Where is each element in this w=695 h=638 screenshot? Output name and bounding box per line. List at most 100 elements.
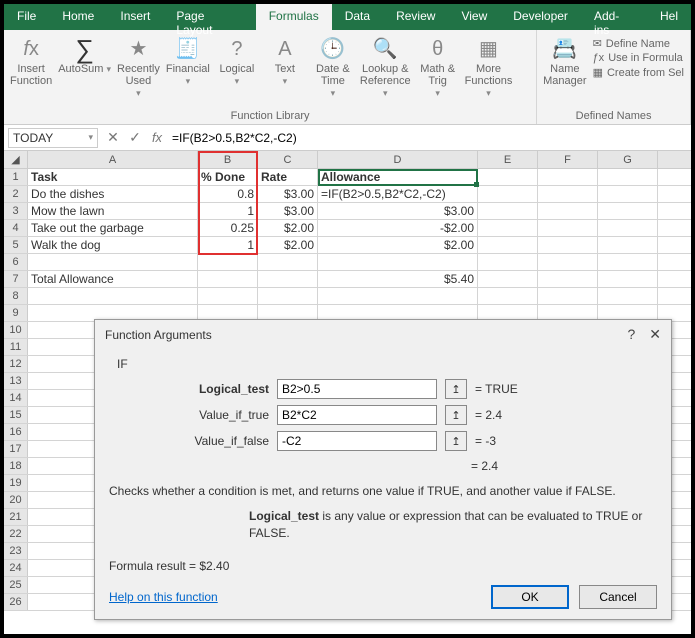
row-head[interactable]: 13 [4, 373, 28, 389]
row-head[interactable]: 16 [4, 424, 28, 440]
tab-hel[interactable]: Hel [647, 4, 691, 30]
cell[interactable]: $3.00 [258, 186, 318, 202]
row-head[interactable]: 10 [4, 322, 28, 338]
formula-input[interactable] [168, 128, 691, 148]
cell[interactable] [538, 220, 598, 236]
cell[interactable] [258, 288, 318, 304]
enter-formula-button[interactable]: ✓ [124, 129, 146, 146]
row-head[interactable]: 7 [4, 271, 28, 287]
cell[interactable] [598, 254, 658, 270]
text-button[interactable]: AText▾ [264, 33, 306, 87]
table-row[interactable]: 8 [4, 288, 691, 305]
cell[interactable] [478, 237, 538, 253]
argument-input[interactable] [277, 431, 437, 451]
row-head[interactable]: 5 [4, 237, 28, 253]
row-head[interactable]: 21 [4, 509, 28, 525]
cancel-button[interactable]: Cancel [579, 585, 657, 609]
row-head[interactable]: 18 [4, 458, 28, 474]
cell[interactable] [598, 288, 658, 304]
cell[interactable] [478, 186, 538, 202]
cell[interactable] [28, 254, 198, 270]
cell[interactable] [478, 288, 538, 304]
help-icon[interactable]: ? [627, 326, 635, 343]
col-head-b[interactable]: B [198, 151, 258, 168]
cell[interactable]: Mow the lawn [28, 203, 198, 219]
cell[interactable]: Allowance [318, 169, 478, 185]
cell[interactable] [598, 203, 658, 219]
col-head-g[interactable]: G [598, 151, 658, 168]
cell[interactable]: Total Allowance [28, 271, 198, 287]
date-time-button[interactable]: 🕒Date & Time▾ [312, 33, 354, 99]
tab-developer[interactable]: Developer [500, 4, 581, 30]
cell[interactable] [598, 186, 658, 202]
cell[interactable] [538, 203, 598, 219]
row-head[interactable]: 12 [4, 356, 28, 372]
create-from-selection-button[interactable]: ▦Create from Sel [593, 66, 684, 79]
cell[interactable] [478, 203, 538, 219]
cell[interactable]: =IF(B2>0.5,B2*C2,-C2) [318, 186, 478, 202]
row-head[interactable]: 14 [4, 390, 28, 406]
cell[interactable] [598, 271, 658, 287]
table-row[interactable]: 7Total Allowance $5.40 [4, 271, 691, 288]
cell[interactable]: $2.00 [258, 220, 318, 236]
row-head[interactable]: 11 [4, 339, 28, 355]
tab-add-ins[interactable]: Add-ins [581, 4, 647, 30]
cell[interactable]: Walk the dog [28, 237, 198, 253]
collapse-dialog-icon[interactable]: ↥ [445, 431, 467, 451]
col-head-c[interactable]: C [258, 151, 318, 168]
col-head-f[interactable]: F [538, 151, 598, 168]
table-row[interactable]: 3Mow the lawn1$3.00$3.00 [4, 203, 691, 220]
cell[interactable] [198, 271, 258, 287]
cell[interactable] [478, 169, 538, 185]
row-head[interactable]: 1 [4, 169, 28, 185]
cell[interactable] [198, 288, 258, 304]
insert-function-button[interactable]: fxInsert Function [10, 33, 52, 87]
cell[interactable]: $5.40 [318, 271, 478, 287]
cell[interactable]: Do the dishes [28, 186, 198, 202]
cell[interactable]: $2.00 [258, 237, 318, 253]
cell[interactable] [598, 169, 658, 185]
more-functions-button[interactable]: ▦More Functions▾ [465, 33, 513, 99]
row-head[interactable]: 2 [4, 186, 28, 202]
tab-formulas[interactable]: Formulas [256, 4, 332, 30]
ok-button[interactable]: OK [491, 585, 569, 609]
cell[interactable] [538, 254, 598, 270]
row-head[interactable]: 25 [4, 577, 28, 593]
row-head[interactable]: 22 [4, 526, 28, 542]
row-head[interactable]: 6 [4, 254, 28, 270]
cell[interactable] [318, 288, 478, 304]
tab-page-layout[interactable]: Page Layout [163, 4, 255, 30]
col-head-a[interactable]: A [28, 151, 198, 168]
row-head[interactable]: 3 [4, 203, 28, 219]
cell[interactable] [478, 271, 538, 287]
table-row[interactable]: 2Do the dishes0.8$3.00=IF(B2>0.5,B2*C2,-… [4, 186, 691, 203]
cell[interactable]: Rate [258, 169, 318, 185]
help-link[interactable]: Help on this function [109, 590, 218, 604]
tab-review[interactable]: Review [383, 4, 448, 30]
use-in-formula-button[interactable]: ƒxUse in Formula [593, 52, 684, 64]
table-row[interactable]: 1Task% DoneRateAllowance [4, 169, 691, 186]
define-name-button[interactable]: ✉Define Name [593, 37, 684, 50]
row-head[interactable]: 4 [4, 220, 28, 236]
cell[interactable] [598, 220, 658, 236]
recently-used-button[interactable]: ★Recently Used▾ [117, 33, 160, 99]
logical-button[interactable]: ?Logical▾ [216, 33, 258, 87]
row-head[interactable]: 17 [4, 441, 28, 457]
cell[interactable] [538, 169, 598, 185]
row-head[interactable]: 20 [4, 492, 28, 508]
table-row[interactable]: 6 [4, 254, 691, 271]
name-box[interactable]: TODAY▾ [8, 128, 98, 148]
cell[interactable]: 0.8 [198, 186, 258, 202]
cell[interactable] [318, 254, 478, 270]
row-head[interactable]: 15 [4, 407, 28, 423]
row-head[interactable]: 19 [4, 475, 28, 491]
row-head[interactable]: 8 [4, 288, 28, 304]
cell[interactable]: 1 [198, 237, 258, 253]
cell[interactable]: $3.00 [258, 203, 318, 219]
autosum-button[interactable]: ∑AutoSum ▾ [58, 33, 111, 75]
cell[interactable] [258, 254, 318, 270]
argument-input[interactable] [277, 379, 437, 399]
tab-insert[interactable]: Insert [107, 4, 163, 30]
cell[interactable]: $3.00 [318, 203, 478, 219]
financial-button[interactable]: 🧾Financial▾ [166, 33, 210, 87]
